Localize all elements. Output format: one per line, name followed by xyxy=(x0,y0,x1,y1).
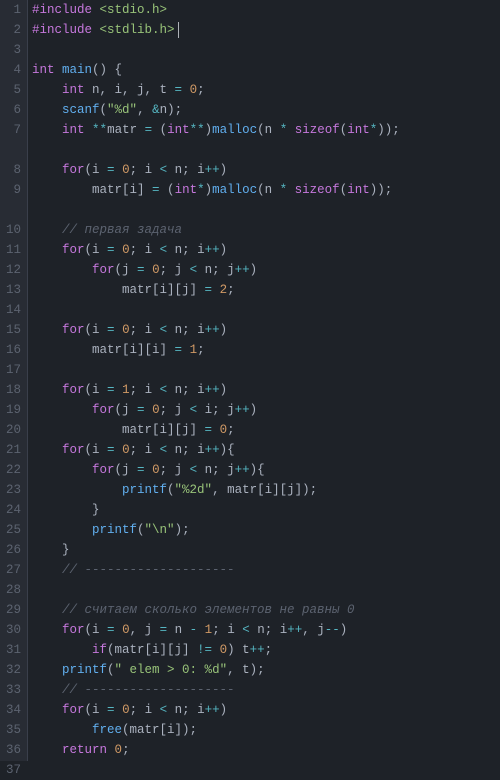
code-line[interactable]: for(i = 0, j = n - 1; i < n; i++, j--) xyxy=(32,620,500,640)
line-number: 24 xyxy=(0,500,21,520)
line-number: 16 xyxy=(0,340,21,360)
code-line[interactable]: for(i = 0; i < n; i++){ xyxy=(32,440,500,460)
code-line[interactable] xyxy=(32,360,500,380)
code-line[interactable]: matr[i][j] = 0; xyxy=(32,420,500,440)
line-number: 1 xyxy=(0,0,21,20)
line-number: 26 xyxy=(0,540,21,560)
code-line[interactable]: if(matr[i][j] != 0) t++; xyxy=(32,640,500,660)
code-line[interactable]: matr[i][j] = 2; xyxy=(32,280,500,300)
line-number: 14 xyxy=(0,300,21,320)
code-line[interactable]: printf("\n"); xyxy=(32,520,500,540)
code-area[interactable]: #include <stdio.h> #include <stdlib.h> i… xyxy=(28,0,500,761)
code-line[interactable]: for(j = 0; j < n; j++) xyxy=(32,260,500,280)
line-number: 15 xyxy=(0,320,21,340)
code-line[interactable]: for(i = 0; i < n; i++) xyxy=(32,160,500,180)
line-number: 25 xyxy=(0,520,21,540)
code-line[interactable]: for(j = 0; j < n; j++){ xyxy=(32,460,500,480)
line-number: 12 xyxy=(0,260,21,280)
line-number: 21 xyxy=(0,440,21,460)
line-number: 34 xyxy=(0,700,21,720)
code-line[interactable]: printf(" elem > 0: %d", t); xyxy=(32,660,500,680)
code-line[interactable]: matr[i] = (int*)malloc(n * sizeof(int)); xyxy=(32,180,500,220)
line-number: 4 xyxy=(0,60,21,80)
line-number: 29 xyxy=(0,600,21,620)
line-number: 6 xyxy=(0,100,21,120)
line-number: 36 xyxy=(0,740,21,760)
line-number: 20 xyxy=(0,420,21,440)
code-line[interactable] xyxy=(32,300,500,320)
code-line[interactable]: int n, i, j, t = 0; xyxy=(32,80,500,100)
code-line[interactable]: for(i = 0; i < n; i++) xyxy=(32,320,500,340)
line-number: 9 xyxy=(0,180,21,200)
line-number: 3 xyxy=(0,40,21,60)
code-line[interactable]: matr[i][i] = 1; xyxy=(32,340,500,360)
code-line[interactable]: #include <stdio.h> xyxy=(32,0,500,20)
code-line[interactable]: } xyxy=(32,540,500,560)
line-number: 31 xyxy=(0,640,21,660)
line-number: 18 xyxy=(0,380,21,400)
line-number: 28 xyxy=(0,580,21,600)
line-number: 8 xyxy=(0,160,21,180)
line-number: 37 xyxy=(0,760,21,780)
line-number: 10 xyxy=(0,220,21,240)
code-line[interactable] xyxy=(32,580,500,600)
line-number: 33 xyxy=(0,680,21,700)
code-line[interactable]: // -------------------- xyxy=(32,560,500,580)
line-number: 11 xyxy=(0,240,21,260)
code-line[interactable]: // считаем сколько элементов не равны 0 xyxy=(32,600,500,620)
line-number: 23 xyxy=(0,480,21,500)
code-editor[interactable]: 1 2 3 4 5 6 7 8 9 10 11 12 13 14 15 16 1… xyxy=(0,0,500,761)
code-line[interactable]: scanf("%d", &n); xyxy=(32,100,500,120)
line-number: 7 xyxy=(0,120,21,140)
code-line[interactable]: for(i = 1; i < n; i++) xyxy=(32,380,500,400)
code-line[interactable] xyxy=(32,40,500,60)
code-line[interactable]: } xyxy=(32,500,500,520)
code-line[interactable]: for(j = 0; j < i; j++) xyxy=(32,400,500,420)
line-number-gutter: 1 2 3 4 5 6 7 8 9 10 11 12 13 14 15 16 1… xyxy=(0,0,28,761)
code-line[interactable]: // первая задача xyxy=(32,220,500,240)
line-number: 30 xyxy=(0,620,21,640)
code-line[interactable]: for(i = 0; i < n; i++) xyxy=(32,240,500,260)
line-number: 5 xyxy=(0,80,21,100)
code-line[interactable]: // -------------------- xyxy=(32,680,500,700)
line-number: 35 xyxy=(0,720,21,740)
code-line[interactable]: int **matr = (int**)malloc(n * sizeof(in… xyxy=(32,120,500,160)
line-number: 32 xyxy=(0,660,21,680)
code-line[interactable]: int main() { xyxy=(32,60,500,80)
code-line[interactable]: return 0; xyxy=(32,740,500,760)
line-number: 27 xyxy=(0,560,21,580)
line-number: 2 xyxy=(0,20,21,40)
cursor-caret xyxy=(178,22,179,38)
line-number: 17 xyxy=(0,360,21,380)
line-number: 19 xyxy=(0,400,21,420)
code-line[interactable]: printf("%2d", matr[i][j]); xyxy=(32,480,500,500)
code-line[interactable]: for(i = 0; i < n; i++) xyxy=(32,700,500,720)
line-number: 13 xyxy=(0,280,21,300)
code-line[interactable]: free(matr[i]); xyxy=(32,720,500,740)
code-line[interactable]: #include <stdlib.h> xyxy=(32,20,500,40)
line-number: 22 xyxy=(0,460,21,480)
